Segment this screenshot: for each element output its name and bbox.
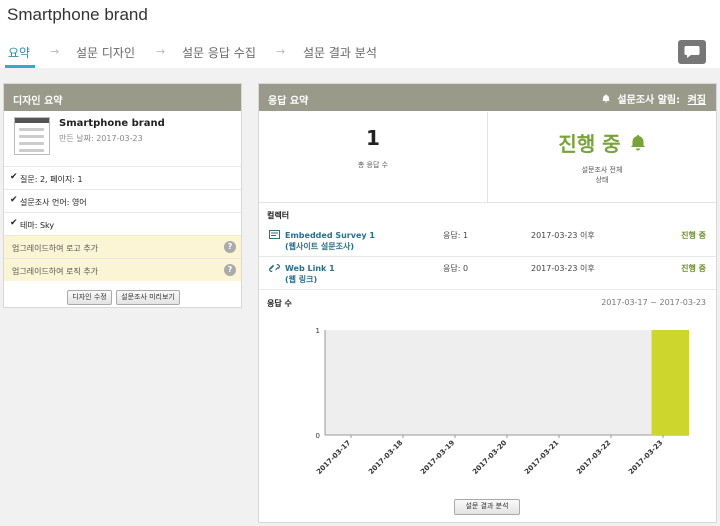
chat-bubble-icon [684,46,700,58]
edit-design-button[interactable]: 디자인 수정 [67,290,112,305]
collector-date: 2017-03-23 이후 [531,231,595,240]
help-icon[interactable]: ? [224,241,236,253]
upgrade-logo-row[interactable]: 업그레이드하여 로고 추가 ? [4,235,241,258]
tab-design[interactable]: 설문 디자인 [76,44,135,61]
collector-responses: 응답: 0 [443,264,469,273]
total-responses-label: 총 응답 수 [357,161,389,169]
embed-icon [269,230,280,239]
notification-toggle-link[interactable]: 켜짐 [688,95,706,106]
check-icon: ✔ [10,195,18,205]
bar [651,330,689,435]
collector-status: 진행 중 [681,231,706,240]
survey-status: 진행 중 [488,128,716,157]
x-tick-label: 2017-03-17 [315,439,352,476]
arrow-right-icon: → [50,45,60,58]
arrow-right-icon: → [156,45,166,58]
page-title: Smartphone brand [7,5,148,24]
responses-title: 응답 수 [267,299,292,308]
survey-thumbnail-icon [14,117,50,155]
arrow-right-icon: → [276,45,286,58]
active-tab-indicator [5,65,35,68]
responses-chart: 0 1 2017-03-17 2017-03-18 2017-03-19 2017-03-… [315,327,689,476]
x-tick-label: 2017-03-18 [367,439,404,476]
design-summary-title: 디자인 요약 [13,96,63,107]
date-range: 2017-03-17 ~ 2017-03-23 [601,298,706,307]
analyze-results-button[interactable]: 설문 결과 분석 [454,499,520,515]
collector-date: 2017-03-23 이후 [531,264,595,273]
collectors-title: 컬렉터 [267,211,290,220]
summary-row-questions: ✔ 질문: 2, 페이지: 1 [4,166,241,189]
bell-icon [602,94,610,106]
tab-analyze[interactable]: 설문 결과 분석 [303,44,377,61]
total-responses-value: 1 [366,126,380,150]
collector-name[interactable]: Web Link 1 (웹 링크) [285,263,335,285]
collector-status: 진행 중 [681,264,706,273]
collector-row[interactable]: Embedded Survey 1 (웹사이트 설문조사) 응답: 1 2017… [259,224,716,257]
y-tick-label: 1 [316,327,320,335]
top-bar: Smartphone brand 요약 → 설문 디자인 → 설문 응답 수집 … [0,0,720,68]
check-icon: ✔ [10,218,18,228]
design-summary-panel: 디자인 요약 Smartphone brand 만든 날짜: 2017-03-2… [3,83,242,308]
x-tick-label: 2017-03-19 [419,439,456,476]
preview-survey-button[interactable]: 설문조사 미리보기 [116,290,180,305]
design-summary-header: 디자인 요약 [4,84,241,111]
upgrade-logic-row[interactable]: 업그레이드하여 로직 추가 ? [4,258,241,281]
collector-row[interactable]: Web Link 1 (웹 링크) 응답: 0 2017-03-23 이후 진행… [259,257,716,290]
survey-status-label: 설문조사 전체 상태 [581,166,623,184]
chat-button[interactable] [678,40,706,64]
survey-notification: 설문조사 알림: 켜짐 [602,91,706,106]
help-icon[interactable]: ? [224,264,236,276]
x-tick-label: 2017-03-20 [471,439,508,476]
response-stats: 1 총 응답 수 진행 중 설문조사 전체 상태 [259,112,716,203]
x-tick-label: 2017-03-21 [523,439,560,476]
link-icon [269,264,280,272]
summary-row-language: ✔ 설문조사 언어: 영어 [4,189,241,212]
x-tick-label: 2017-03-23 [627,439,664,476]
response-summary-header: 응답 요약 설문조사 알림: 켜짐 [259,84,716,111]
response-summary-panel: 응답 요약 설문조사 알림: 켜짐 1 총 응답 수 진행 중 설문조사 전체 … [258,83,717,523]
plot-area [325,330,689,435]
check-icon: ✔ [10,172,18,182]
divider [487,112,488,203]
bell-icon [630,135,645,151]
collector-responses: 응답: 1 [443,231,469,240]
tab-summary[interactable]: 요약 [8,44,30,61]
survey-created-date: 만든 날짜: 2017-03-23 [59,134,143,143]
tab-collect[interactable]: 설문 응답 수집 [182,44,256,61]
x-tick-label: 2017-03-22 [575,439,612,476]
collector-name[interactable]: Embedded Survey 1 (웹사이트 설문조사) [285,230,375,252]
survey-name: Smartphone brand [59,118,165,129]
response-summary-title: 응답 요약 [268,96,309,107]
y-tick-label: 0 [316,432,320,440]
summary-row-theme: ✔ 테마: Sky [4,212,241,235]
